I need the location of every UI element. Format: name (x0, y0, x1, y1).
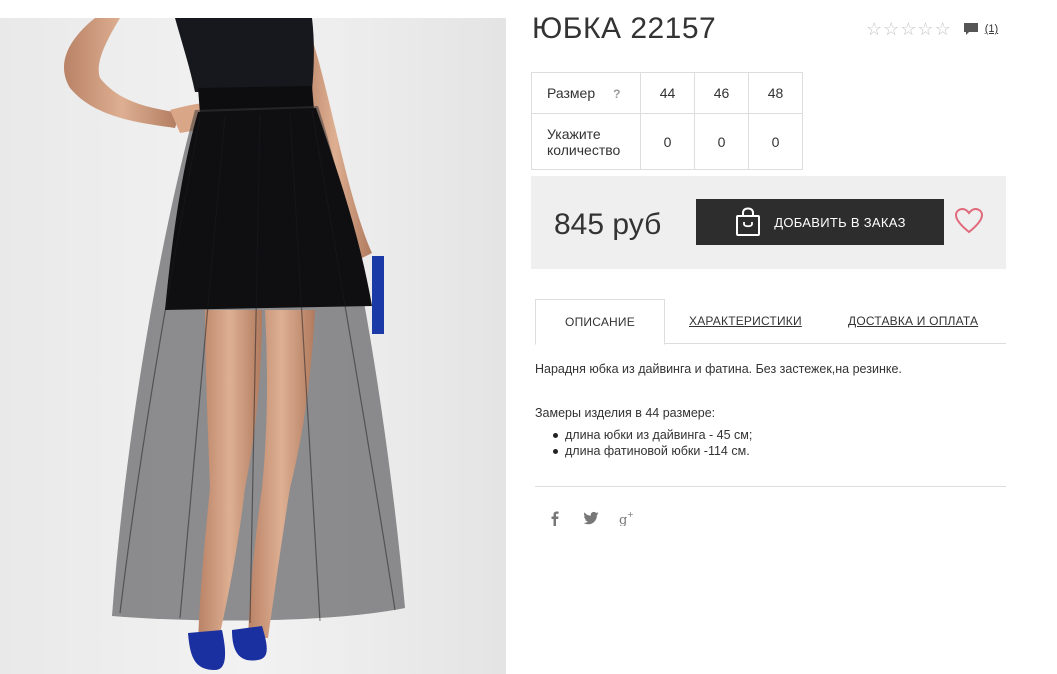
google-plus-icon[interactable]: g + (619, 510, 635, 526)
facebook-icon[interactable] (547, 510, 563, 526)
size-option: 48 (748, 72, 803, 114)
svg-text:+: + (627, 510, 634, 519)
quantity-field[interactable]: 0 (694, 113, 749, 170)
size-help-icon[interactable]: ? (613, 87, 620, 101)
list-item: длина фатиновой юбки -114 см. (553, 443, 752, 459)
shopping-bag-icon (736, 207, 761, 236)
list-item: длина юбки из дайвинга - 45 см; (553, 427, 752, 443)
product-photo[interactable] (0, 18, 506, 674)
product-page: ЮБКА 22157 ☆ ☆ ☆ ☆ ☆ (1) Размер? 44 46 4… (0, 0, 1057, 674)
social-share: g + (547, 510, 635, 526)
tab-description[interactable]: ОПИСАНИЕ (535, 299, 665, 345)
measurements-list: длина юбки из дайвинга - 45 см; длина фа… (553, 427, 752, 459)
star-icon[interactable]: ☆ (900, 20, 916, 38)
price: 845 руб (554, 208, 662, 241)
star-icon[interactable]: ☆ (935, 20, 951, 38)
star-icon[interactable]: ☆ (866, 20, 882, 38)
measurements-title: Замеры изделия в 44 размере: (535, 406, 716, 420)
quantity-field[interactable]: 0 (640, 113, 695, 170)
size-row: Размер? 44 46 48 (531, 72, 803, 114)
add-to-order-button[interactable]: ДОБАВИТЬ В ЗАКАЗ (696, 199, 944, 245)
tab-characteristics[interactable]: ХАРАКТЕРИСТИКИ (689, 299, 802, 344)
size-option: 46 (694, 72, 749, 114)
twitter-icon[interactable] (583, 510, 599, 526)
product-title: ЮБКА 22157 (532, 12, 717, 45)
skirt-model-image (0, 18, 506, 674)
comment-icon (963, 23, 978, 35)
review-count-link[interactable]: (1) (985, 23, 998, 35)
size-label-cell: Размер? (531, 72, 641, 114)
add-to-order-label: ДОБАВИТЬ В ЗАКАЗ (774, 214, 906, 230)
star-icon[interactable]: ☆ (917, 20, 933, 38)
star-icon[interactable]: ☆ (883, 20, 899, 38)
heart-icon[interactable] (954, 207, 984, 235)
product-tabs: ОПИСАНИЕ ХАРАКТЕРИСТИКИ ДОСТАВКА И ОПЛАТ… (535, 299, 1006, 345)
size-table: Размер? 44 46 48 Укажите количество 0 0 … (531, 72, 803, 170)
rating-block: ☆ ☆ ☆ ☆ ☆ (1) (866, 20, 998, 38)
description-text: Нарадня юбка из дайвинга и фатина. Без з… (535, 362, 902, 376)
price-box: 845 руб ДОБАВИТЬ В ЗАКАЗ (531, 176, 1006, 269)
size-label: Размер (547, 84, 596, 101)
size-option: 44 (640, 72, 695, 114)
rating-stars[interactable]: ☆ ☆ ☆ ☆ ☆ (866, 20, 951, 38)
quantity-row: Укажите количество 0 0 0 (531, 113, 803, 170)
divider (535, 486, 1006, 487)
quantity-field[interactable]: 0 (748, 113, 803, 170)
tab-delivery-payment[interactable]: ДОСТАВКА И ОПЛАТА (848, 299, 978, 344)
quantity-label: Укажите количество (531, 113, 641, 170)
